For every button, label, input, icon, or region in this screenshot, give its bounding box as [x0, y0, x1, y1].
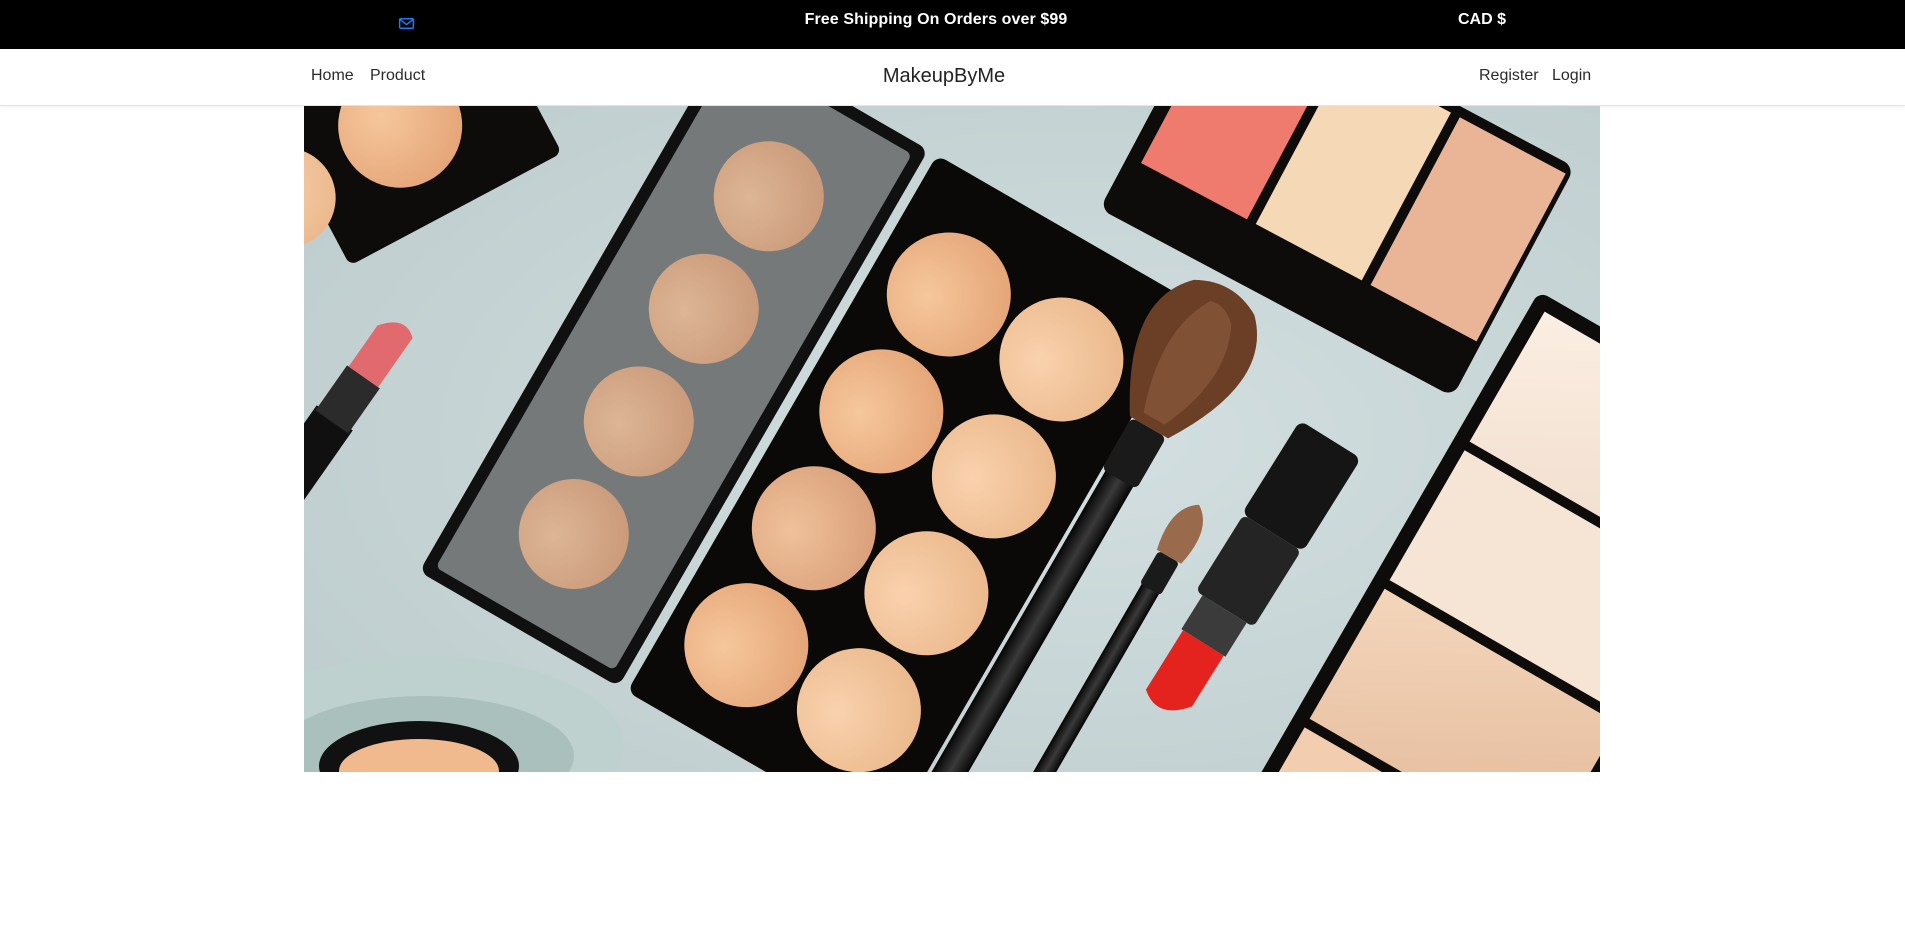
currency-selector[interactable]: CAD $ [1458, 11, 1506, 29]
brand-logo-text[interactable]: MakeupByMe [0, 65, 1888, 88]
makeup-flatlay-illustration [304, 106, 1600, 772]
free-shipping-text: Free Shipping On Orders over $99 [804, 11, 1068, 28]
nav-login-link[interactable]: Login [1552, 67, 1591, 85]
nav-register-link[interactable]: Register [1479, 67, 1539, 85]
hero-image [304, 106, 1600, 772]
announcement-bar: Free Shipping On Orders over $99 CAD $ [0, 0, 1905, 49]
page: Free Shipping On Orders over $99 CAD $ H… [0, 0, 1905, 933]
main-navbar: Home Product MakeupByMe Register Login [0, 49, 1905, 106]
